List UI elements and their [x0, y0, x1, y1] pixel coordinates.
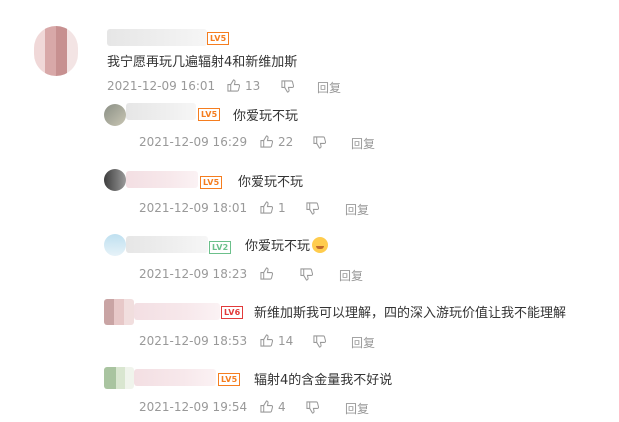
- like-count: 4: [278, 400, 286, 414]
- thumbs-down-icon[interactable]: [300, 268, 313, 281]
- reply-button[interactable]: 回复: [351, 334, 375, 351]
- avatar[interactable]: [104, 104, 126, 126]
- comment-text: 我宁愿再玩几遍辐射4和新维加斯: [107, 55, 298, 70]
- comment-text: 你爱玩不玩: [233, 109, 299, 124]
- comment-text: 你爱玩不玩: [245, 235, 329, 254]
- comment-text: 新维加斯我可以理解，四的深入游玩价值让我不能理解: [254, 306, 567, 321]
- comment-timestamp: 2021-12-09 18:53: [139, 334, 248, 348]
- level-badge: LV5: [198, 108, 221, 121]
- thumbs-up-icon[interactable]: [260, 267, 273, 280]
- level-badge: LV5: [200, 176, 223, 189]
- level-badge: LV2: [209, 241, 232, 254]
- comment-timestamp: 2021-12-09 16:01: [107, 79, 216, 93]
- avatar[interactable]: [104, 299, 134, 325]
- avatar[interactable]: [34, 26, 78, 76]
- thumbs-up-icon[interactable]: [260, 201, 273, 214]
- like-count: 22: [278, 135, 294, 149]
- username[interactable]: [134, 303, 220, 320]
- comment-timestamp: 2021-12-09 19:54: [139, 400, 248, 414]
- comment-text: 你爱玩不玩: [238, 175, 304, 190]
- username[interactable]: [134, 369, 216, 386]
- comment-text-content: 你爱玩不玩: [245, 239, 311, 254]
- username[interactable]: [126, 171, 198, 188]
- level-badge: LV6: [221, 306, 244, 319]
- thumbs-up-icon[interactable]: [227, 79, 240, 92]
- comment-text: 辐射4的含金量我不好说: [254, 373, 393, 388]
- reply-button[interactable]: 回复: [351, 135, 375, 152]
- thumbs-down-icon[interactable]: [281, 80, 294, 93]
- level-badge: LV5: [207, 32, 230, 45]
- thumbs-down-icon[interactable]: [306, 401, 319, 414]
- comment-timestamp: 2021-12-09 18:23: [139, 267, 248, 281]
- username[interactable]: [126, 103, 196, 120]
- thumbs-down-icon[interactable]: [306, 202, 319, 215]
- avatar[interactable]: [104, 367, 134, 389]
- thumbs-up-icon[interactable]: [260, 334, 273, 347]
- comment-timestamp: 2021-12-09 18:01: [139, 201, 248, 215]
- like-count: 14: [278, 334, 294, 348]
- reply-button[interactable]: 回复: [345, 400, 369, 417]
- reply-button[interactable]: 回复: [317, 79, 341, 96]
- grinning-face-emoji: [312, 237, 329, 253]
- username[interactable]: [107, 29, 207, 46]
- like-count: 1: [278, 201, 286, 215]
- level-badge: LV5: [218, 373, 241, 386]
- reply-button[interactable]: 回复: [339, 267, 363, 284]
- avatar[interactable]: [104, 234, 126, 256]
- username[interactable]: [126, 236, 208, 253]
- comment-timestamp: 2021-12-09 16:29: [139, 135, 248, 149]
- thumbs-up-icon[interactable]: [260, 400, 273, 413]
- reply-button[interactable]: 回复: [345, 201, 369, 218]
- thumbs-up-icon[interactable]: [260, 135, 273, 148]
- like-count: 13: [245, 79, 261, 93]
- avatar[interactable]: [104, 169, 126, 191]
- thumbs-down-icon[interactable]: [313, 136, 326, 149]
- thumbs-down-icon[interactable]: [313, 335, 326, 348]
